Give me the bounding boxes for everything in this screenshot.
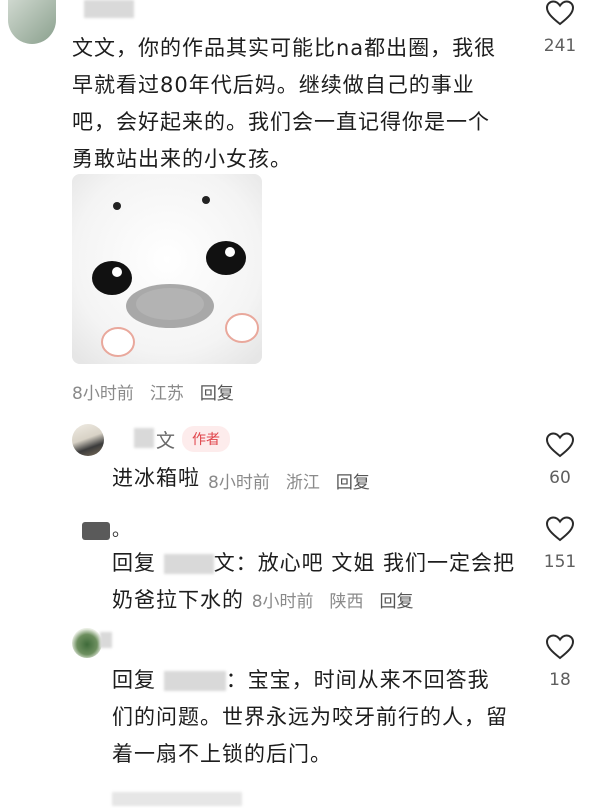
reply-meta: 8小时前 浙江 回复	[208, 468, 370, 493]
heart-outline-icon	[545, 634, 575, 660]
like-button[interactable]	[545, 432, 575, 462]
reply-button[interactable]: 回复	[200, 384, 234, 404]
comment-text: 文文，你的作品其实可能比na都出圈，我很 早就看过80年代后妈。继续做自己的事业…	[72, 36, 497, 171]
username-redacted	[84, 0, 134, 18]
like-count: 60	[549, 468, 571, 488]
author-badge: 作者	[182, 426, 230, 452]
like-count: 18	[549, 670, 571, 690]
reply-text: 回复 文：放心吧 文姐 我们一定会把 奶爸拉下水的 8小时前 陕西 回复	[112, 551, 516, 612]
username[interactable]: 。	[112, 516, 130, 542]
comment-image[interactable]	[72, 174, 262, 364]
reply-prefix: 回复	[112, 668, 156, 692]
like-button[interactable]	[545, 516, 575, 546]
timestamp: 8小时前	[72, 384, 134, 404]
like-button[interactable]	[545, 634, 575, 664]
seal-sticker-image	[72, 174, 262, 364]
reply-text: 回复 ：宝宝，时间从来不回答我 们的问题。世界永远为咬牙前行的人，留 着一扇不上…	[112, 668, 508, 766]
username-redacted	[100, 632, 112, 648]
reply-meta: 8小时前 陕西 回复	[252, 592, 414, 612]
truncated-meta-redacted	[112, 792, 242, 806]
avatar[interactable]	[72, 628, 102, 658]
location: 陕西	[329, 592, 364, 612]
reply-prefix: 回复	[112, 551, 156, 575]
avatar[interactable]	[72, 424, 104, 456]
avatar[interactable]	[8, 0, 56, 44]
like-count: 151	[543, 552, 577, 572]
heart-outline-icon	[545, 432, 575, 458]
like-count: 241	[543, 36, 577, 56]
location: 江苏	[149, 384, 184, 404]
comment-meta: 8小时前 江苏 回复	[72, 379, 234, 404]
avatar[interactable]	[82, 522, 110, 540]
reply-button[interactable]: 回复	[380, 592, 414, 612]
location: 浙江	[285, 473, 320, 493]
username[interactable]: 文	[156, 426, 175, 453]
like-button[interactable]	[545, 0, 575, 30]
reply-target-redacted	[163, 671, 226, 691]
reply-target-redacted	[163, 554, 214, 574]
timestamp: 8小时前	[251, 592, 314, 612]
reply-text: 进冰箱啦	[112, 466, 200, 490]
reply-target[interactable]: ：	[226, 668, 248, 692]
timestamp: 8小时前	[208, 473, 270, 493]
heart-outline-icon	[545, 0, 575, 26]
reply-button[interactable]: 回复	[336, 473, 370, 493]
username-redacted	[134, 428, 154, 448]
reply-target[interactable]: 文：	[214, 551, 258, 575]
heart-outline-icon	[545, 516, 575, 542]
